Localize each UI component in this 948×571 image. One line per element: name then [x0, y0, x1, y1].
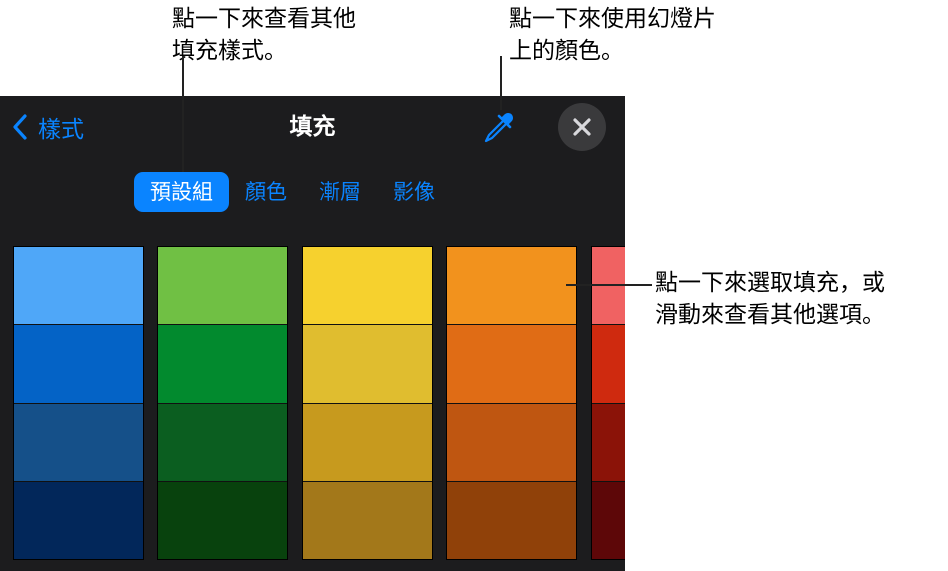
swatch-column-blue[interactable] [13, 246, 144, 560]
swatch-yellow-2[interactable] [303, 325, 432, 404]
swatch-green-2[interactable] [158, 325, 287, 404]
swatch-column-orange[interactable] [446, 246, 577, 560]
back-button-label: 樣式 [38, 117, 84, 143]
eyedropper-button[interactable] [480, 110, 516, 144]
swatch-yellow-4[interactable] [303, 481, 432, 559]
leader-line-fill-styles [182, 56, 184, 172]
close-icon [573, 118, 591, 136]
tab-gradient[interactable]: 漸層 [303, 172, 377, 212]
leader-line-eyedropper [500, 56, 502, 110]
swatch-green-3[interactable] [158, 403, 287, 482]
callout-swipe: 點一下來選取填充，或 滑動來查看其他選項。 [655, 270, 885, 328]
swatch-red-3[interactable] [592, 403, 625, 482]
swatch-orange-3[interactable] [447, 403, 576, 482]
swatch-column-green[interactable] [157, 246, 288, 560]
swatch-green-1[interactable] [158, 247, 287, 326]
swatch-orange-1[interactable] [447, 247, 576, 326]
callout-fill-styles: 點一下來查看其他 填充樣式。 [172, 6, 356, 64]
tab-color[interactable]: 顏色 [229, 172, 303, 212]
swatch-green-4[interactable] [158, 481, 287, 559]
chevron-left-icon [13, 114, 27, 140]
swatch-yellow-3[interactable] [303, 403, 432, 482]
swatch-red-4[interactable] [592, 481, 625, 559]
back-button[interactable]: 樣式 [12, 110, 84, 144]
panel-title: 填充 [289, 114, 336, 140]
swatch-blue-3[interactable] [14, 403, 143, 482]
fill-type-tabs: 預設組 顏色 漸層 影像 [134, 172, 451, 214]
swatch-blue-2[interactable] [14, 325, 143, 404]
swatch-blue-1[interactable] [14, 247, 143, 326]
swatch-red-1[interactable] [592, 247, 625, 326]
swatch-blue-4[interactable] [14, 481, 143, 559]
swatch-orange-2[interactable] [447, 325, 576, 404]
swatch-orange-4[interactable] [447, 481, 576, 559]
swatch-column-red[interactable] [591, 246, 625, 560]
eyedropper-icon [484, 113, 513, 143]
fill-panel: 樣式 填充 預設組 顏色 漸層 影像 [0, 96, 625, 571]
swatch-red-2[interactable] [592, 325, 625, 404]
tab-presets[interactable]: 預設組 [134, 172, 229, 212]
callout-eyedropper: 點一下來使用幻燈片 上的顏色。 [509, 6, 716, 64]
swatch-yellow-1[interactable] [303, 247, 432, 326]
tab-image[interactable]: 影像 [377, 172, 451, 212]
leader-line-swipe [566, 284, 652, 286]
swatch-column-yellow[interactable] [302, 246, 433, 560]
close-button[interactable] [558, 103, 606, 151]
